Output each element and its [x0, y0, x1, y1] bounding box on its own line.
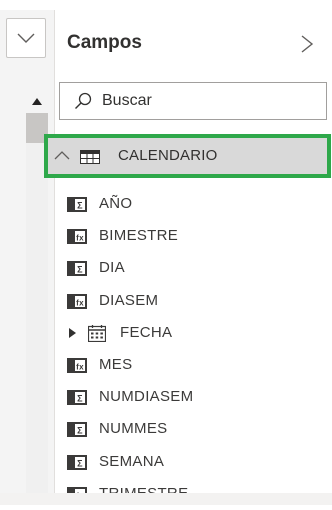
field-list: Σ AÑO fx BIMESTRE Σ DIA fx DIASEM FECHA …: [55, 188, 332, 510]
svg-text:fx: fx: [76, 234, 84, 243]
field-item[interactable]: Σ SEMANA: [55, 446, 332, 478]
scroll-up-button[interactable]: [26, 90, 48, 112]
collapsed-visualizations-panel: [0, 10, 55, 505]
field-label: SEMANA: [99, 452, 165, 470]
chevron-up-icon: [54, 151, 70, 160]
svg-text:Σ: Σ: [77, 394, 83, 404]
field-label: DIA: [99, 259, 125, 277]
numeric-field-icon: Σ: [67, 390, 87, 406]
field-item[interactable]: fx DIASEM: [55, 285, 332, 317]
text-field-icon: fx: [67, 357, 87, 373]
field-item[interactable]: Σ NUMDIASEM: [55, 381, 332, 413]
top-strip: [0, 0, 332, 10]
field-item[interactable]: fx BIMESTRE: [55, 220, 332, 252]
search-field[interactable]: [59, 82, 327, 120]
caret-up-icon: [32, 97, 42, 105]
field-label: FECHA: [120, 323, 173, 341]
date-hierarchy-icon: [88, 324, 106, 342]
numeric-field-icon: Σ: [67, 454, 87, 470]
pane-title: Campos: [67, 32, 142, 53]
numeric-field-icon: Σ: [67, 261, 87, 277]
numeric-field-icon: Σ: [67, 197, 87, 212]
field-item[interactable]: Σ DIA: [55, 252, 332, 284]
svg-text:Σ: Σ: [77, 265, 83, 275]
scrollbar-track[interactable]: [26, 143, 48, 503]
text-field-icon: fx: [67, 229, 87, 245]
search-input[interactable]: [100, 91, 304, 111]
field-item[interactable]: Σ NUMMES: [55, 413, 332, 445]
svg-text:fx: fx: [76, 362, 84, 371]
bottom-scrollbar[interactable]: [0, 493, 332, 505]
field-label: AÑO: [99, 195, 133, 212]
fields-pane: Campos CALENDARIO Σ: [44, 10, 332, 502]
numeric-field-icon: Σ: [67, 422, 87, 438]
field-item[interactable]: Σ AÑO: [55, 188, 332, 220]
field-label: DIASEM: [99, 291, 159, 309]
svg-text:Σ: Σ: [77, 458, 83, 468]
field-label: NUMMES: [99, 420, 168, 438]
svg-text:Σ: Σ: [77, 426, 83, 436]
chevron-right-icon[interactable]: [299, 34, 315, 54]
field-label: MES: [99, 355, 133, 373]
svg-text:Σ: Σ: [77, 201, 83, 211]
field-item-fecha[interactable]: FECHA: [55, 317, 332, 349]
collapse-panel-button[interactable]: [6, 18, 46, 58]
text-field-icon: fx: [67, 293, 87, 309]
field-label: NUMDIASEM: [99, 388, 194, 406]
search-icon: [75, 92, 92, 109]
chevron-down-icon: [17, 33, 35, 43]
table-icon: [80, 150, 100, 164]
field-label: BIMESTRE: [99, 227, 179, 245]
field-item[interactable]: fx MES: [55, 349, 332, 381]
svg-text:fx: fx: [76, 298, 84, 307]
caret-right-icon[interactable]: [69, 327, 76, 338]
table-name: CALENDARIO: [118, 147, 218, 164]
table-calendario[interactable]: CALENDARIO: [44, 134, 331, 178]
